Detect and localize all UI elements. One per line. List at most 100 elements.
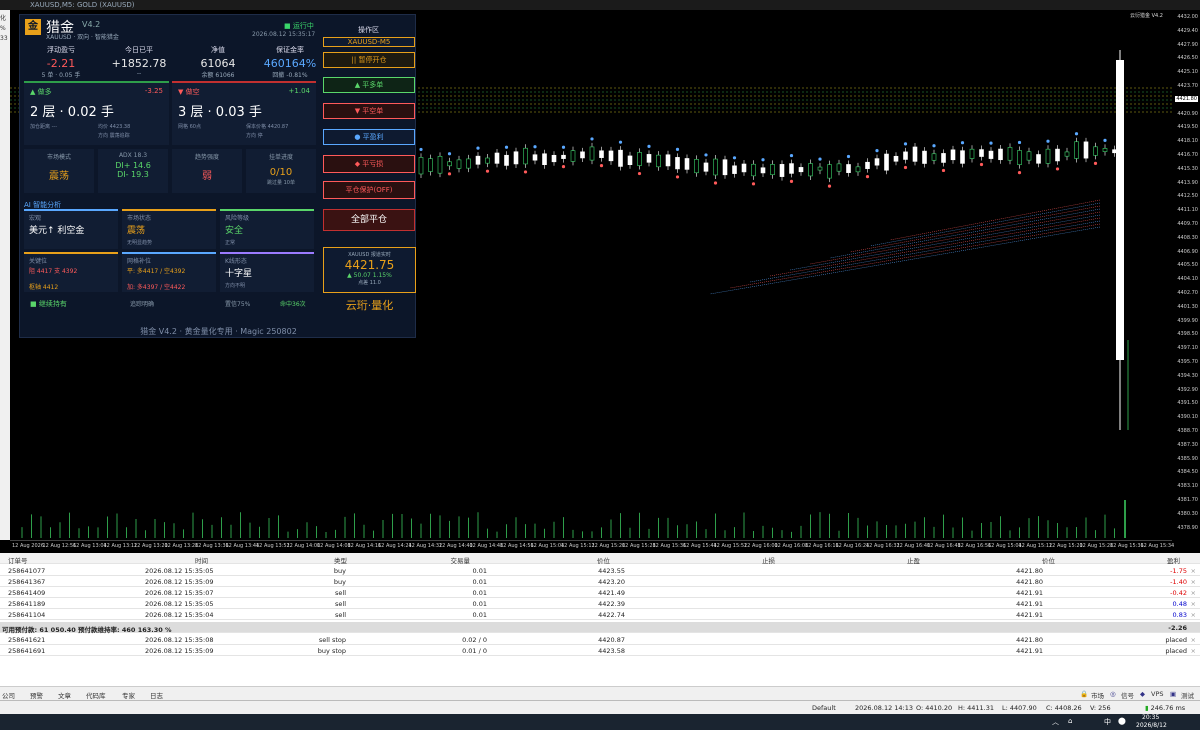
row-close-icon[interactable]: × [1191,578,1196,586]
left-strip-label: % [0,25,6,32]
row-close-icon[interactable]: × [1191,589,1196,597]
price-tick-label: 4405.50 [1177,262,1198,269]
time-tick-label: 12 Aug 14:40 [439,543,473,549]
candle-body [618,149,623,167]
table-row[interactable]: 258641367 2026.08.12 15:35:09 buy 0.01 4423.… [0,576,1200,587]
column-header[interactable]: 订单号 [8,555,28,565]
left-strip-label: 化 [0,15,7,22]
column-header[interactable]: 止盈 [907,555,920,565]
short-avg: 保本价格 4420.87 [246,124,289,130]
cell-profit: 0.48 [1172,600,1187,608]
cell-label: 挂单进度 [268,154,293,161]
symbol-timeframe-button[interactable]: XAUUSD-M5 [323,37,415,47]
column-header[interactable]: 时间 [195,555,208,565]
row-close-icon[interactable]: × [1191,636,1196,644]
price-tick-label: 4415.30 [1177,165,1198,172]
sell-marker [751,182,756,186]
time-tick-label: 12 Aug 15:34 [1140,543,1175,549]
time-tick-label: 12 Aug 14:00 [286,543,321,549]
table-row[interactable]: 258641189 2026.08.12 15:35:05 sell 0.01 4422… [0,598,1200,609]
price-tick-label: 4380.30 [1177,510,1198,517]
buy-marker [561,145,566,149]
bottom-right-tab[interactable]: 测试 [1181,690,1194,700]
bottom-tab[interactable]: 文章 [58,690,71,700]
candle-body [675,157,680,170]
candle-body [542,153,547,166]
column-header[interactable]: 交易量 [451,555,471,565]
row-close-icon[interactable]: × [1191,647,1196,655]
row-close-icon[interactable]: × [1191,600,1196,608]
pause-open-button[interactable]: || 暂停开仓 [323,52,415,68]
table-row[interactable]: 258641621 2026.08.12 15:35:08 sell stop 0.0… [0,634,1200,645]
status-profile[interactable]: Default [812,704,836,712]
candle-body [694,159,699,174]
candle-body [865,161,870,169]
time-axis[interactable]: 12 Aug 2026 12 Aug 12:56 12 Aug 13:04 12 Au… [10,540,1175,552]
bottom-tab[interactable]: 日志 [150,690,163,700]
candle-body [912,146,918,162]
close-all-button[interactable]: 全部平仓 [323,209,415,231]
buy-marker [504,145,509,149]
table-row[interactable]: 258641409 2026.08.12 15:35:07 sell 0.01 4421… [0,587,1200,598]
time-tick-label: 12 Aug 15:04 [988,543,1022,549]
table-row[interactable]: 258641691 2026.08.12 15:35:09 buy stop 0.01… [0,645,1200,656]
indicator-cell: 趋势强度弱 [172,149,242,193]
close-loss-button[interactable]: ◆ 平亏损 [323,155,415,173]
vps-icon[interactable]: ◆ [1140,690,1145,698]
price-tick-label: 4404.10 [1177,276,1198,283]
cell-type: sell [335,589,346,597]
bottom-tab[interactable]: 公司 [2,690,15,700]
ime-indicator[interactable]: 中 [1104,717,1111,727]
column-header[interactable]: 类型 [334,555,347,565]
close-long-button[interactable]: ▲ 平多单 [323,77,415,93]
sell-marker [789,179,794,183]
signal-icon[interactable]: ◎ [1110,690,1116,698]
cell-cur: 4421.91 [1016,647,1043,655]
table-row[interactable]: 258641104 2026.08.12 15:35:04 sell 0.01 4422… [0,609,1200,620]
tray-network-icon[interactable]: ⌂ [1068,717,1072,725]
tester-icon[interactable]: ▣ [1170,690,1176,698]
bottom-right-tab[interactable]: 信号 [1121,690,1134,700]
bottom-right-tab[interactable]: VPS [1151,690,1164,698]
tray-chevron-icon[interactable]: ︿ [1052,717,1059,727]
column-header[interactable]: 价位 [1042,555,1055,565]
stat-label: 保证金率 [276,46,304,54]
sell-marker [523,170,528,174]
status-open: O: 4410.20 [916,704,953,712]
column-header[interactable]: 止损 [762,555,775,565]
time-tick-label: 12 Aug 15:04 [530,543,565,549]
time-tick-label: 12 Aug 14:56 [500,543,534,549]
bottom-right-tab[interactable]: 市场 [1091,690,1104,700]
taskbar-time[interactable]: 20:35 [1142,714,1159,721]
candle-body [532,154,538,161]
close-profit-button[interactable]: ● 平盈利 [323,129,415,145]
close-short-button[interactable]: ▼ 平空单 [323,103,415,119]
row-close-icon[interactable]: × [1191,611,1196,619]
left-strip-label: 33 [0,35,8,42]
candle-body [1036,154,1041,164]
panel-status-item: ■ 继续持有 [30,300,67,308]
price-axis[interactable]: 4432.00 4429.40 4427.90 4426.50 4425.10 4423.… [1172,10,1200,540]
quote-price: 4421.75 [344,258,395,272]
ai-label: 宏观 [29,215,42,222]
column-header[interactable]: 盈利 [1167,555,1180,565]
close-protect-toggle[interactable]: 平仓保护(OFF) [323,181,415,199]
column-header[interactable]: 价位 [597,555,610,565]
taskbar-date[interactable]: 2026/8/12 [1136,722,1167,729]
bottom-tab[interactable]: 预警 [30,690,43,700]
table-row[interactable]: 258641077 2026.08.12 15:35:05 buy 0.01 4423.… [0,565,1200,576]
price-tick-label: 4429.40 [1177,27,1198,34]
candle-body [903,151,908,160]
sell-marker [865,175,870,179]
trade-table[interactable]: 订单号 时间 类型 交易量 价位 止损 止盈 价位 盈利 258641077 2026.08.12 … [0,553,1200,686]
time-tick-label: 12 Aug 14:16 [347,543,382,549]
ai-label: K线形态 [225,258,247,265]
cell-cur: 4421.80 [1016,578,1043,586]
bottom-tab[interactable]: 代码库 [86,690,106,700]
row-close-icon[interactable]: × [1191,567,1196,575]
tray-app-icon[interactable]: ⬤ [1118,717,1126,725]
bottom-tab[interactable]: 专家 [122,690,135,700]
market-icon[interactable]: 🔒 [1080,690,1088,698]
candle-body [1074,141,1079,159]
candle-body [437,156,443,174]
